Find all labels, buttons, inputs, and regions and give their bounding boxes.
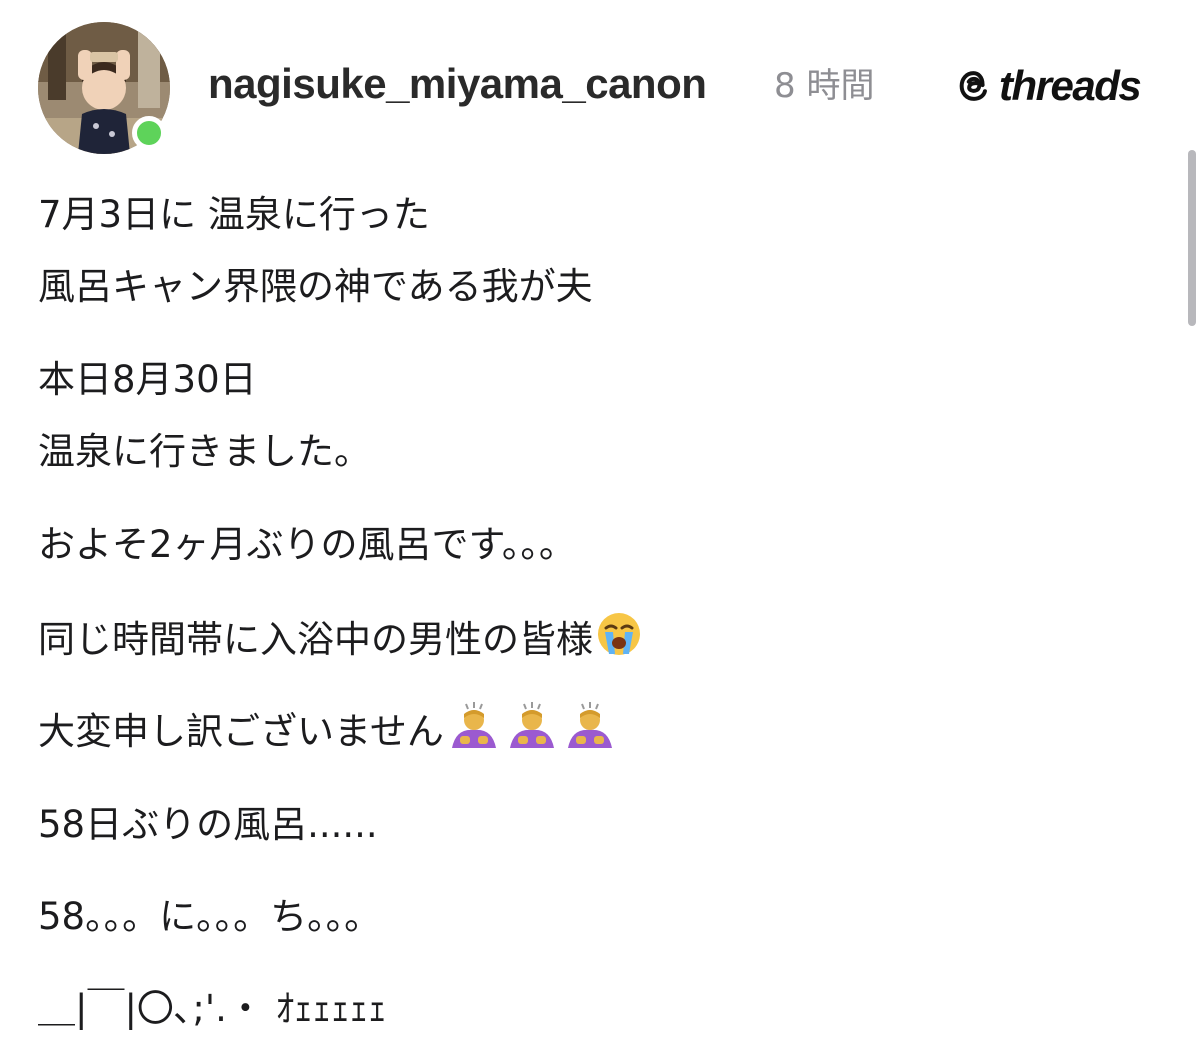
post-text-line: 温泉に行きました。 [38, 430, 371, 473]
post-text-line: 58。。。に。。。ち。。。 [38, 895, 382, 938]
threads-logo: threads [955, 60, 1142, 112]
username[interactable]: nagisuke_miyama_canon [208, 58, 707, 110]
post-text-line: 7月3日に 温泉に行った [38, 193, 430, 236]
bowing-woman-emoji [562, 700, 618, 750]
post-timestamp: 8 時間 [774, 66, 875, 106]
post-text-line-with-emoji: 同じ時間帯に入浴中の男性の皆様 [38, 610, 643, 666]
online-status-indicator [132, 116, 166, 150]
threads-icon [959, 71, 987, 101]
post-text-line: 風呂キャン界隈の神である我が夫 [38, 265, 593, 308]
threads-wordmark: threads [999, 62, 1142, 109]
post-text-line: 大変申し訳ございません [38, 710, 444, 753]
post-text-line: 58日ぶりの風呂...... [38, 803, 378, 846]
post-text-line-with-emoji: 大変申し訳ございません [38, 700, 618, 758]
post-text-line: およそ2ヶ月ぶりの風呂です。。。 [38, 523, 576, 566]
loudly-crying-face-emoji [595, 610, 643, 658]
post-text-line: ＿|￣|〇､;'.・ ｵｪｪｪｪｪ [38, 987, 387, 1030]
bowing-woman-emoji [504, 700, 560, 750]
scrollbar[interactable] [1188, 150, 1196, 326]
post-text-line: 同じ時間帯に入浴中の男性の皆様 [38, 618, 593, 661]
post-text-line: 本日8月30日 [38, 358, 257, 401]
bowing-woman-emoji [446, 700, 502, 750]
threads-post: nagisuke_miyama_canon 8 時間 threads 7月3日に… [0, 0, 1200, 1061]
